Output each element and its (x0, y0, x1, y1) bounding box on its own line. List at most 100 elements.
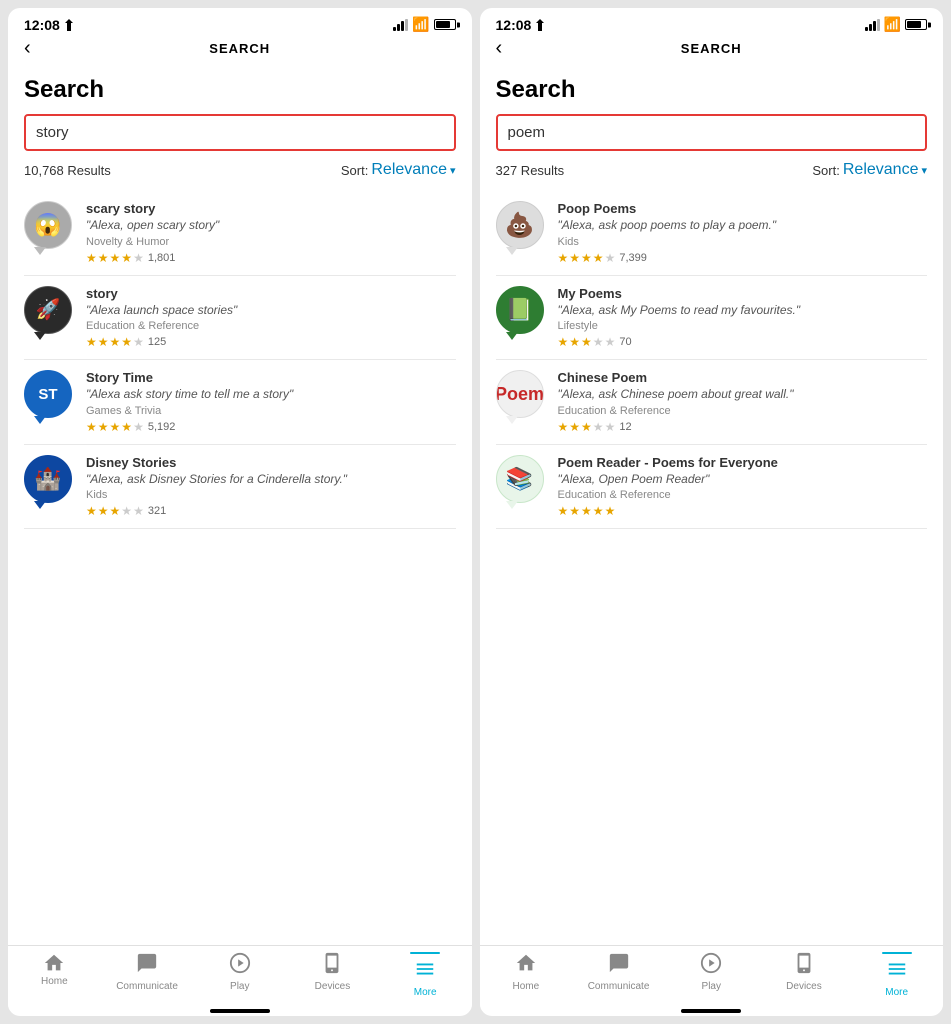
left-nav-devices[interactable]: Devices (286, 952, 379, 998)
right-skill-count-1: 7,399 (619, 252, 647, 264)
right-sort-chevron-icon: ▾ (921, 164, 927, 177)
right-nav-communicate-label: Communicate (588, 981, 650, 992)
left-search-input[interactable]: story (36, 124, 444, 141)
right-skill-tagline-3: "Alexa, ask Chinese poem about great wal… (558, 387, 928, 403)
left-sort-value[interactable]: Relevance (371, 161, 447, 179)
left-skill-item-4[interactable]: 🏰 Disney Stories "Alexa, ask Disney Stor… (24, 445, 456, 530)
left-nav-communicate-label: Communicate (116, 981, 178, 992)
right-skill-rating-4: ★ ★ ★ ★ ★ (558, 504, 928, 518)
left-nav-more[interactable]: More (379, 952, 472, 998)
left-sort-control[interactable]: Sort: Relevance ▾ (341, 161, 456, 179)
right-skill-details-1: Poop Poems "Alexa, ask poop poems to pla… (558, 201, 928, 265)
right-sort-value[interactable]: Relevance (843, 161, 919, 179)
right-skill-item-3[interactable]: Poem Chinese Poem "Alexa, ask Chinese po… (496, 360, 928, 445)
left-nav-title: SEARCH (209, 41, 270, 56)
right-sort-control[interactable]: Sort: Relevance ▾ (812, 161, 927, 179)
right-skill-item-1[interactable]: 💩 Poop Poems "Alexa, ask poop poems to p… (496, 191, 928, 276)
right-skill-name-2: My Poems (558, 286, 928, 301)
right-skill-list: 💩 Poop Poems "Alexa, ask poop poems to p… (496, 191, 928, 933)
left-play-icon (229, 952, 251, 979)
left-skill-rating-4: ★ ★ ★ ★ ★ 321 (86, 504, 456, 518)
left-results-header: 10,768 Results Sort: Relevance ▾ (24, 161, 456, 179)
left-communicate-icon (136, 952, 158, 979)
right-wifi-icon: 📶 (884, 16, 901, 33)
left-skill-rating-1: ★ ★ ★ ★ ★ 1,801 (86, 251, 456, 265)
left-skill-stars-1: ★ ★ ★ ★ ★ (86, 251, 144, 265)
left-skill-stars-4: ★ ★ ★ ★ ★ (86, 504, 144, 518)
right-battery-icon (905, 19, 927, 30)
right-skill-item-4[interactable]: 📚 Poem Reader - Poems for Everyone "Alex… (496, 445, 928, 530)
left-skill-details-4: Disney Stories "Alexa, ask Disney Storie… (86, 455, 456, 519)
right-skill-stars-1: ★ ★ ★ ★ ★ (558, 251, 616, 265)
left-sort-chevron-icon: ▾ (450, 164, 456, 177)
left-phone-screen: 12:08 📶 ‹ SEARCH Sea (8, 8, 472, 1016)
left-nav-header: ‹ SEARCH (8, 37, 472, 64)
left-back-button[interactable]: ‹ (24, 37, 31, 60)
right-skill-item-2[interactable]: 📗 My Poems "Alexa, ask My Poems to read … (496, 276, 928, 361)
right-nav-devices-label: Devices (786, 981, 822, 992)
location-icon (64, 19, 74, 31)
right-skill-category-4: Education & Reference (558, 489, 928, 501)
left-page-title: Search (24, 76, 456, 104)
left-nav-more-label: More (414, 987, 437, 998)
right-search-box[interactable]: poem (496, 114, 928, 151)
left-skill-item-3[interactable]: ST Story Time "Alexa ask story time to t… (24, 360, 456, 445)
left-skill-category-3: Games & Trivia (86, 405, 456, 417)
right-back-button[interactable]: ‹ (496, 37, 503, 60)
left-skill-tagline-2: "Alexa launch space stories" (86, 303, 456, 319)
left-main-content: Search story 10,768 Results Sort: Releva… (8, 64, 472, 945)
right-skill-name-3: Chinese Poem (558, 370, 928, 385)
right-skill-category-3: Education & Reference (558, 405, 928, 417)
right-skill-rating-1: ★ ★ ★ ★ ★ 7,399 (558, 251, 928, 265)
left-skill-item-2[interactable]: 🚀 story "Alexa launch space stories" Edu… (24, 276, 456, 361)
right-skill-icon-2: 📗 (496, 286, 548, 334)
left-nav-home[interactable]: Home (8, 952, 101, 998)
left-skill-details-3: Story Time "Alexa ask story time to tell… (86, 370, 456, 434)
right-nav-play[interactable]: Play (665, 952, 758, 998)
right-nav-home-label: Home (513, 981, 540, 992)
right-home-icon (515, 952, 537, 979)
right-results-count: 327 Results (496, 163, 565, 178)
left-skill-rating-2: ★ ★ ★ ★ ★ 125 (86, 335, 456, 349)
left-skill-tagline-4: "Alexa, ask Disney Stories for a Cindere… (86, 472, 456, 488)
left-skill-item-1[interactable]: 😱 scary story "Alexa, open scary story" … (24, 191, 456, 276)
left-skill-count-2: 125 (148, 336, 166, 348)
right-nav-communicate[interactable]: Communicate (572, 952, 665, 998)
right-search-input[interactable]: poem (508, 124, 916, 141)
right-nav-more[interactable]: More (850, 952, 943, 998)
right-nav-more-label: More (885, 987, 908, 998)
right-nav-devices[interactable]: Devices (758, 952, 851, 998)
right-location-icon (535, 19, 545, 31)
right-skill-details-2: My Poems "Alexa, ask My Poems to read my… (558, 286, 928, 350)
right-nav-home[interactable]: Home (480, 952, 573, 998)
left-search-box[interactable]: story (24, 114, 456, 151)
right-bottom-nav: Home Communicate Play Devices (480, 945, 944, 1010)
left-skill-tagline-3: "Alexa ask story time to tell me a story… (86, 387, 456, 403)
right-status-bar: 12:08 📶 (480, 8, 944, 37)
right-skill-stars-2: ★ ★ ★ ★ ★ (558, 335, 616, 349)
right-communicate-icon (608, 952, 630, 979)
right-skill-icon-3: Poem (496, 370, 548, 418)
left-nav-play[interactable]: Play (193, 952, 286, 998)
right-nav-header: ‹ SEARCH (480, 37, 944, 64)
left-status-icons: 📶 (393, 16, 455, 33)
left-skill-icon-2: 🚀 (24, 286, 76, 334)
left-skill-icon-1: 😱 (24, 201, 76, 249)
left-skill-name-4: Disney Stories (86, 455, 456, 470)
left-skill-name-1: scary story (86, 201, 456, 216)
right-nav-play-label: Play (702, 981, 721, 992)
left-bottom-nav: Home Communicate Play Devices (8, 945, 472, 1010)
left-nav-communicate[interactable]: Communicate (101, 952, 194, 998)
right-phone-screen: 12:08 📶 ‹ SEARCH Sea (480, 8, 944, 1016)
left-skill-icon-3: ST (24, 370, 76, 418)
right-page-title: Search (496, 76, 928, 104)
left-skill-count-1: 1,801 (148, 252, 176, 264)
left-more-icon (414, 958, 436, 985)
left-skill-count-3: 5,192 (148, 421, 176, 433)
left-skill-count-4: 321 (148, 505, 166, 517)
right-sort-label: Sort: (812, 163, 839, 178)
right-status-time: 12:08 (496, 17, 532, 33)
left-nav-home-label: Home (41, 976, 68, 987)
left-results-count: 10,768 Results (24, 163, 111, 178)
left-skill-stars-2: ★ ★ ★ ★ ★ (86, 335, 144, 349)
